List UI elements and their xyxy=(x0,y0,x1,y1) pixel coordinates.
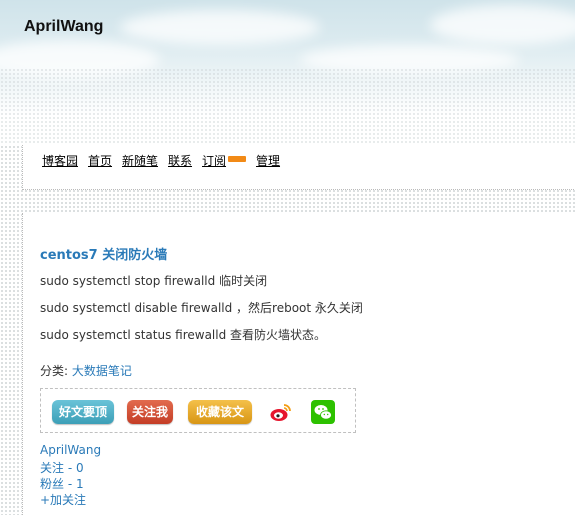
author-followers[interactable]: 粉丝 - 1 xyxy=(40,475,84,492)
post-paragraph: sudo systemctl status firewalld 查看防火墙状态。 xyxy=(40,328,327,342)
rss-icon[interactable] xyxy=(228,156,247,162)
category-label: 分类: xyxy=(40,364,69,378)
nav-item-new-post[interactable]: 新随笔 xyxy=(122,152,158,169)
nav-bar: 博客园 首页 新随笔 联系 订阅 管理 xyxy=(22,145,575,190)
blog-title[interactable]: AprilWang xyxy=(24,18,103,36)
author-following[interactable]: 关注 - 0 xyxy=(40,459,84,476)
author-name[interactable]: AprilWang xyxy=(40,443,101,457)
post-category: 分类: 大数据笔记 xyxy=(40,362,132,379)
favorite-button[interactable]: 收藏该文 xyxy=(188,400,252,424)
follow-button[interactable]: 关注我 xyxy=(127,400,173,424)
wechat-icon[interactable] xyxy=(311,400,335,424)
weibo-icon[interactable] xyxy=(269,400,293,424)
nav-item-cnblogs[interactable]: 博客园 xyxy=(42,152,78,169)
nav-item-contact[interactable]: 联系 xyxy=(168,152,192,169)
nav-item-subscribe[interactable]: 订阅 xyxy=(202,152,247,169)
post-title[interactable]: centos7 关闭防火墙 xyxy=(40,244,167,263)
post-paragraph: sudo systemctl disable firewalld ，然后rebo… xyxy=(40,301,363,315)
blog-header: AprilWang xyxy=(0,0,575,145)
nav-item-subscribe-label[interactable]: 订阅 xyxy=(202,154,226,168)
nav-item-manage[interactable]: 管理 xyxy=(256,152,280,169)
good-post-button[interactable]: 好文要顶 xyxy=(52,400,114,424)
category-link[interactable]: 大数据笔记 xyxy=(72,364,132,378)
nav-item-home[interactable]: 首页 xyxy=(88,152,112,169)
post-paragraph: sudo systemctl stop firewalld 临时关闭 xyxy=(40,274,268,288)
add-follow-link[interactable]: +加关注 xyxy=(40,491,86,508)
share-box: 好文要顶 关注我 收藏该文 xyxy=(40,388,356,433)
